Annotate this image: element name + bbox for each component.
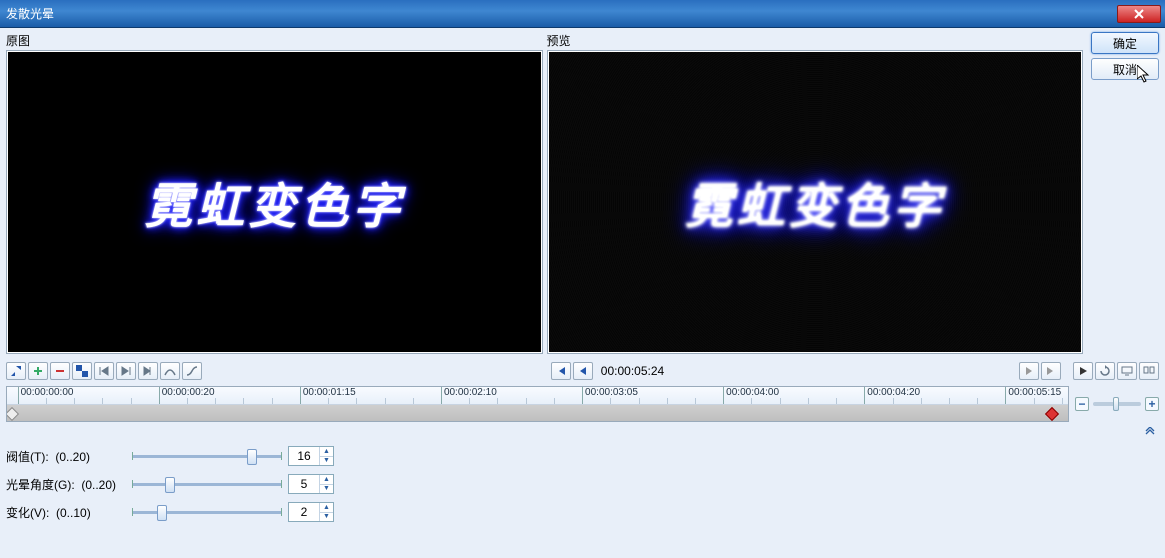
ease-icon[interactable]	[182, 362, 202, 380]
right-transport	[1019, 362, 1061, 380]
zoom-controls: − +	[1069, 386, 1159, 422]
halo-angle-down-icon[interactable]: ▼	[320, 485, 333, 494]
step-back-button[interactable]	[573, 362, 593, 380]
threshold-label: 阀值(T): (0..20)	[6, 448, 126, 465]
threshold-slider[interactable]	[132, 447, 282, 465]
step-forward-button[interactable]	[1019, 362, 1039, 380]
next-key-icon[interactable]	[116, 362, 136, 380]
preview-panels: 原图 霓虹变色字 预览 霓虹变色字 确定 取消	[6, 32, 1159, 354]
threshold-spinner[interactable]: ▲▼	[288, 446, 334, 466]
current-timecode: 00:00:05:24	[601, 364, 664, 378]
collapse-chevron-icon[interactable]	[1143, 426, 1157, 438]
transport-row: 00:00:05:24	[6, 358, 1159, 384]
collapse-row	[6, 422, 1159, 440]
zoom-thumb[interactable]	[1113, 397, 1119, 411]
zoom-out-button[interactable]: −	[1075, 397, 1089, 411]
variation-input[interactable]	[289, 503, 319, 521]
original-viewport[interactable]: 霓虹变色字	[8, 52, 541, 352]
halo-angle-input[interactable]	[289, 475, 319, 493]
left-toolbar	[6, 362, 202, 380]
original-column: 原图 霓虹变色字	[6, 32, 543, 354]
preview-viewport[interactable]: 霓虹变色字	[549, 52, 1082, 352]
halo-angle-up-icon[interactable]: ▲	[320, 475, 333, 485]
center-transport	[551, 362, 593, 380]
preview-box: 霓虹变色字	[547, 50, 1084, 354]
variation-spinner[interactable]: ▲▼	[288, 502, 334, 522]
preview-label: 预览	[547, 32, 1084, 48]
keyframe-start[interactable]	[6, 407, 19, 421]
titlebar: 发散光晕	[0, 0, 1165, 28]
keyframe-end[interactable]	[1045, 407, 1059, 421]
prev-key-icon[interactable]	[94, 362, 114, 380]
timeline-row: 00:00:00:0000:00:00:2000:00:01:1500:00:0…	[6, 386, 1159, 422]
preview-column: 预览 霓虹变色字	[547, 32, 1084, 354]
variation-down-icon[interactable]: ▼	[320, 513, 333, 522]
mark-in-jump-icon[interactable]	[6, 362, 26, 380]
param-halo-angle: 光晕角度(G): (0..20) ▲▼	[6, 474, 1159, 494]
timeline-ruler[interactable]: 00:00:00:0000:00:00:2000:00:01:1500:00:0…	[7, 387, 1068, 405]
threshold-thumb[interactable]	[247, 449, 257, 465]
threshold-input[interactable]	[289, 447, 319, 465]
variation-up-icon[interactable]: ▲	[320, 503, 333, 513]
param-threshold: 阀值(T): (0..20) ▲▼	[6, 446, 1159, 466]
halo-angle-label: 光晕角度(G): (0..20)	[6, 476, 126, 493]
threshold-up-icon[interactable]: ▲	[320, 447, 333, 457]
add-key-icon[interactable]	[28, 362, 48, 380]
variation-label: 变化(V): (0..10)	[6, 504, 126, 521]
remove-key-icon[interactable]	[50, 362, 70, 380]
original-text: 霓虹变色字	[144, 167, 404, 237]
zoom-in-button[interactable]: +	[1145, 397, 1159, 411]
loop-button[interactable]	[1095, 362, 1115, 380]
zoom-slider[interactable]	[1093, 402, 1141, 406]
client-area: 原图 霓虹变色字 预览 霓虹变色字 确定 取消	[0, 28, 1165, 558]
goto-start-button[interactable]	[551, 362, 571, 380]
halo-angle-slider[interactable]	[132, 475, 282, 493]
ok-button[interactable]: 确定	[1091, 32, 1159, 54]
play-button[interactable]	[1073, 362, 1093, 380]
close-button[interactable]	[1117, 5, 1161, 23]
window-title: 发散光晕	[4, 5, 1117, 22]
reverse-icon[interactable]	[138, 362, 158, 380]
original-box: 霓虹变色字	[6, 50, 543, 354]
param-variation: 变化(V): (0..10) ▲▼	[6, 502, 1159, 522]
play-toolbar	[1073, 362, 1159, 380]
variation-slider[interactable]	[132, 503, 282, 521]
halo-angle-thumb[interactable]	[165, 477, 175, 493]
variation-thumb[interactable]	[157, 505, 167, 521]
goto-end-button[interactable]	[1041, 362, 1061, 380]
cancel-button[interactable]: 取消	[1091, 58, 1159, 80]
dialog-buttons: 确定 取消	[1087, 32, 1159, 354]
timeline[interactable]: 00:00:00:0000:00:00:2000:00:01:1500:00:0…	[6, 386, 1069, 422]
halo-angle-spinner[interactable]: ▲▼	[288, 474, 334, 494]
monitor-icon[interactable]	[1117, 362, 1137, 380]
split-view-icon[interactable]	[1139, 362, 1159, 380]
curve-icon[interactable]	[160, 362, 180, 380]
timeline-track[interactable]	[7, 405, 1068, 422]
preview-text: 霓虹变色字	[685, 167, 945, 237]
toggle-keys-icon[interactable]	[72, 362, 92, 380]
threshold-down-icon[interactable]: ▼	[320, 457, 333, 466]
parameters: 阀值(T): (0..20) ▲▼ 光晕角度(G): (0..20) ▲▼ 变化…	[6, 446, 1159, 522]
original-label: 原图	[6, 32, 543, 48]
